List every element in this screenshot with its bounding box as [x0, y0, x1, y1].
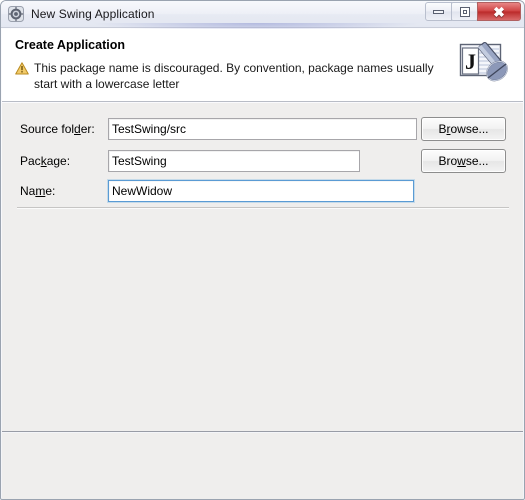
- close-button[interactable]: ✖: [477, 2, 521, 21]
- minimize-button[interactable]: [425, 2, 452, 21]
- status-message-text: This package name is discouraged. By con…: [34, 61, 434, 91]
- status-message-row: This package name is discouraged. By con…: [15, 60, 453, 92]
- wizard-header: Create Application This package name is …: [2, 29, 523, 102]
- warning-icon: [15, 62, 29, 80]
- dialog-footer: ? < Back Next > Finish Cancel: [2, 433, 523, 499]
- maximize-icon: [459, 6, 470, 17]
- window-controls: ✖: [425, 2, 521, 21]
- field-row-name: Name: NewWidow: [2, 178, 523, 204]
- source-folder-input[interactable]: TestSwing/src: [108, 118, 417, 140]
- window-title: New Swing Application: [31, 7, 155, 21]
- minimize-icon: [433, 9, 444, 14]
- source-folder-label: Source folder:: [20, 122, 95, 136]
- source-folder-browse-button[interactable]: Browse...: [421, 117, 506, 141]
- package-input[interactable]: TestSwing: [108, 150, 360, 172]
- svg-text:J: J: [465, 49, 476, 74]
- wizard-body: Source folder: TestSwing/src Browse... P…: [2, 103, 523, 432]
- source-folder-browse-label: Browse...: [438, 122, 489, 136]
- name-label: Name:: [20, 184, 56, 198]
- package-browse-label: Browse...: [438, 154, 489, 168]
- section-divider: [17, 207, 509, 209]
- close-icon: ✖: [493, 3, 505, 20]
- maximize-button[interactable]: [451, 2, 478, 21]
- name-input[interactable]: NewWidow: [108, 180, 414, 202]
- title-bar: New Swing Application ✖: [1, 1, 524, 32]
- java-swing-wizard-icon: J: [457, 35, 515, 98]
- swing-app-icon: [8, 6, 24, 22]
- package-browse-button[interactable]: Browse...: [421, 149, 506, 173]
- page-title: Create Application: [15, 38, 125, 52]
- dialog-window: New Swing Application ✖ Create Applicati…: [0, 0, 525, 500]
- package-label: Package:: [20, 154, 71, 168]
